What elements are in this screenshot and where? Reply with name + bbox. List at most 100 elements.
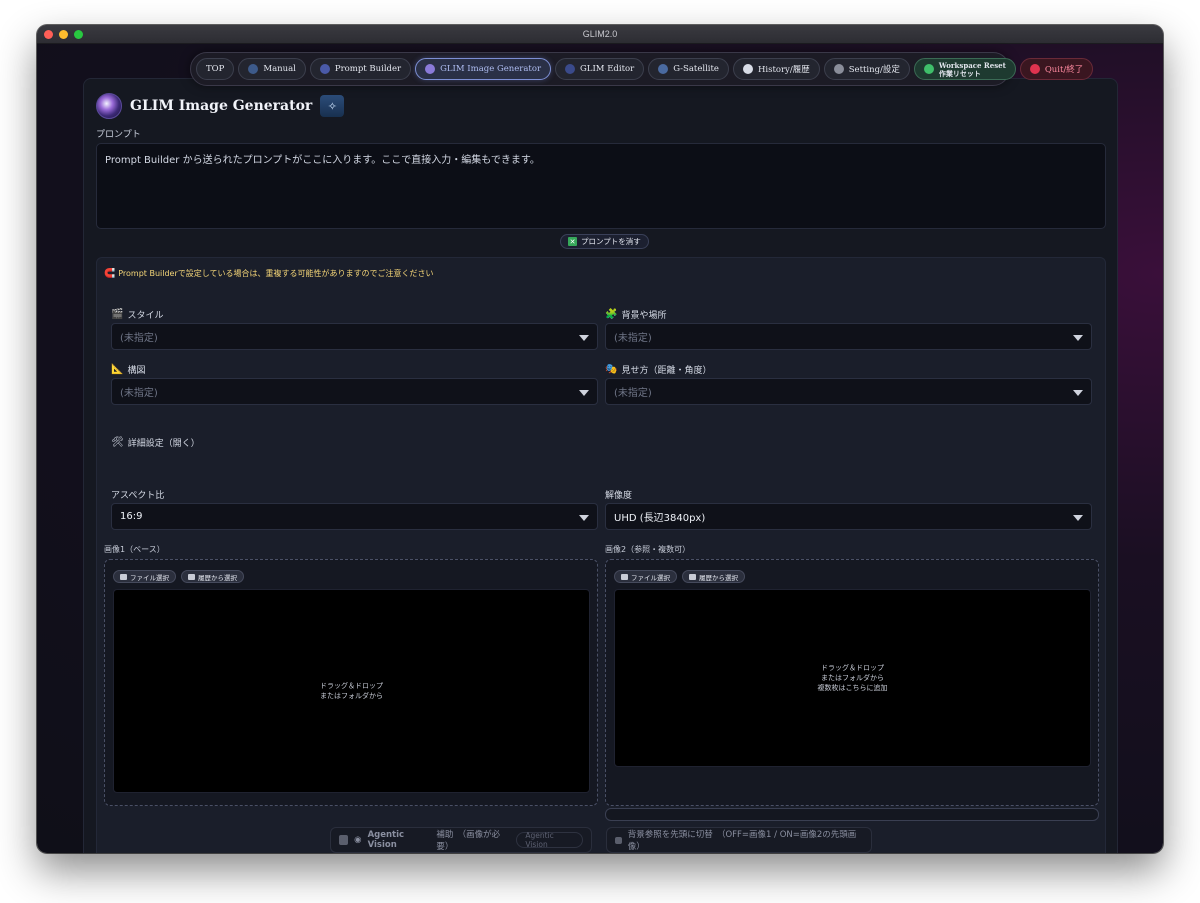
nav-image-generator[interactable]: GLIM Image Generator <box>415 58 552 80</box>
composition-select[interactable]: (未指定) <box>111 378 598 405</box>
image1-history-select-button[interactable]: 履歴から選択 <box>181 570 244 583</box>
editor-icon <box>565 64 576 74</box>
generator-icon <box>425 64 436 74</box>
page-title: GLIM Image Generator <box>130 98 313 114</box>
view-label-text: 見せ方（距離・角度） <box>621 366 712 376</box>
quit-button[interactable]: Quit/終了 <box>1019 58 1094 80</box>
image1-buttons: ファイル選択 履歴から選択 <box>113 570 244 583</box>
clear-x-icon: ✕ <box>568 237 577 246</box>
nav-top-label: TOP <box>206 64 225 74</box>
image2-history-select-button[interactable]: 履歴から選択 <box>682 570 745 583</box>
globe-icon <box>923 64 934 74</box>
image1-drop-area[interactable]: ドラッグ＆ドロップ またはフォルダから <box>113 589 590 793</box>
nav-g-satellite-label: G-Satellite <box>673 64 719 74</box>
image1-dropzone[interactable]: ファイル選択 履歴から選択 ドラッグ＆ドロップ またはフォルダから <box>104 559 598 806</box>
aspect-select[interactable]: 16:9 <box>111 503 598 530</box>
view-select[interactable]: (未指定) <box>605 378 1092 405</box>
prompt-label: プロンプト <box>96 130 141 140</box>
clapper-icon: 🎬 <box>111 309 124 320</box>
agentic-vision-button[interactable]: Agentic Vision <box>516 831 583 849</box>
history-icon <box>742 64 753 74</box>
style-label-text: スタイル <box>127 311 164 321</box>
nav-manual-label: Manual <box>263 64 296 74</box>
drop-instruction: またはフォルダから <box>821 674 884 682</box>
reset-line2: 作業リセット <box>938 68 981 78</box>
resolution-label: 解像度 <box>605 488 632 501</box>
view-value: (未指定) <box>614 388 652 399</box>
image2-label: 画像2（参照・複数可） <box>605 545 691 554</box>
agentic-vision-option[interactable]: ◉ Agentic Vision 補助 （画像が必要） Agentic Visi… <box>330 827 592 853</box>
aspect-value: 16:9 <box>120 511 143 522</box>
builder-icon <box>319 64 330 74</box>
nav-prompt-builder-label: Prompt Builder <box>334 64 402 74</box>
advanced-toggle[interactable]: 🛠 詳細設定（開く） <box>111 436 200 449</box>
background-value: (未指定) <box>614 333 652 344</box>
drop-instruction: ドラッグ＆ドロップ <box>821 664 884 672</box>
reset-line1: Workspace Reset <box>938 60 1006 70</box>
nav-glim-editor[interactable]: GLIM Editor <box>555 58 645 80</box>
window-controls <box>44 30 83 39</box>
nav-setting[interactable]: Setting/設定 <box>823 58 910 80</box>
drop-instruction: ドラッグ＆ドロップ <box>320 682 383 690</box>
clear-prompt-button[interactable]: ✕ プロンプトを消す <box>560 234 649 249</box>
satellite-icon <box>658 64 669 74</box>
page-header: GLIM Image Generator ✧ <box>96 93 345 119</box>
image2-thumbnail-strip <box>605 808 1099 821</box>
chevron-down-icon <box>1073 515 1083 521</box>
tools-icon: 🛠 <box>111 437 124 448</box>
style-label: 🎬 スタイル <box>111 308 163 321</box>
window-title: GLIM2.0 <box>582 29 618 39</box>
nav-image-generator-label: GLIM Image Generator <box>440 64 542 74</box>
background-select[interactable]: (未指定) <box>605 323 1092 350</box>
agentic-checkbox[interactable] <box>339 835 349 845</box>
app-window: GLIM2.0 GLIM Image Generator ✧ プロンプト Pro… <box>37 25 1163 853</box>
image1-file-select-button[interactable]: ファイル選択 <box>113 570 176 583</box>
composition-label-text: 構図 <box>127 366 146 376</box>
image2-drop-text: ドラッグ＆ドロップ またはフォルダから 複数枚はこちらに追加 <box>818 663 888 693</box>
history-select-label: 履歴から選択 <box>198 573 237 582</box>
image2-dropzone[interactable]: ファイル選択 履歴から選択 ドラッグ＆ドロップ またはフォルダから 複数枚はこち… <box>605 559 1099 806</box>
workspace-reset-button[interactable]: Workspace Reset 作業リセット <box>913 58 1016 80</box>
image1-drop-text: ドラッグ＆ドロップ またはフォルダから <box>320 681 383 701</box>
clear-prompt-label: プロンプトを消す <box>581 237 641 246</box>
composition-label: 📐 構図 <box>111 363 145 376</box>
settings-section: 🧲 Prompt Builderで設定している場合は、重複する可能性がありますの… <box>96 257 1106 853</box>
aspect-label: アスペクト比 <box>111 488 164 501</box>
resolution-value: UHD (長辺3840px) <box>614 513 706 524</box>
nav-history[interactable]: History/履歴 <box>732 58 820 80</box>
nav-g-satellite[interactable]: G-Satellite <box>648 58 729 80</box>
drop-instruction: 複数枚はこちらに追加 <box>817 684 888 692</box>
style-select[interactable]: (未指定) <box>111 323 598 350</box>
aspect-label-text: アスペクト比 <box>111 491 165 501</box>
resolution-select[interactable]: UHD (長辺3840px) <box>605 503 1092 530</box>
image2-drop-area[interactable]: ドラッグ＆ドロップ またはフォルダから 複数枚はこちらに追加 <box>614 589 1091 767</box>
history-select-label: 履歴から選択 <box>699 573 738 582</box>
manual-icon <box>248 64 259 74</box>
minimize-window-button[interactable] <box>59 30 68 39</box>
chevron-down-icon <box>579 390 589 396</box>
zoom-window-button[interactable] <box>74 30 83 39</box>
image2-file-select-button[interactable]: ファイル選択 <box>614 570 677 583</box>
folder-icon <box>689 573 696 580</box>
generator-badge-icon: ✧ <box>320 95 345 117</box>
nav-top[interactable]: TOP <box>196 58 235 80</box>
agentic-suffix: 補助 （画像が必要） <box>436 830 501 852</box>
file-select-label: ファイル選択 <box>631 573 670 582</box>
background-ref-toggle[interactable]: 背景参照を先頭に切替 （OFF=画像1 / ON=画像2の先頭画像） <box>606 827 872 853</box>
close-window-button[interactable] <box>44 30 53 39</box>
view-label: 🎭 見せ方（距離・角度） <box>605 363 711 376</box>
folder-icon <box>188 573 195 580</box>
nav-prompt-builder[interactable]: Prompt Builder <box>309 58 412 80</box>
nav-history-label: History/履歴 <box>757 65 810 75</box>
bg-ref-label: 背景参照を先頭に切替 （OFF=画像1 / ON=画像2の先頭画像） <box>627 830 857 852</box>
prompt-textarea[interactable]: Prompt Builder から送られたプロンプトがここに入ります。ここで直接… <box>96 143 1106 229</box>
magnet-icon: 🧲 <box>104 268 116 279</box>
warning-text: Prompt Builderで設定している場合は、重複する可能性がありますのでご… <box>118 269 434 278</box>
main-panel: GLIM Image Generator ✧ プロンプト Prompt Buil… <box>83 78 1118 853</box>
bg-ref-checkbox[interactable] <box>615 836 622 844</box>
quit-label: Quit/終了 <box>1044 65 1084 75</box>
warning-note: 🧲 Prompt Builderで設定している場合は、重複する可能性がありますの… <box>104 268 434 279</box>
quit-icon <box>1029 64 1040 74</box>
nav-manual[interactable]: Manual <box>238 58 306 80</box>
chevron-down-icon <box>579 515 589 521</box>
